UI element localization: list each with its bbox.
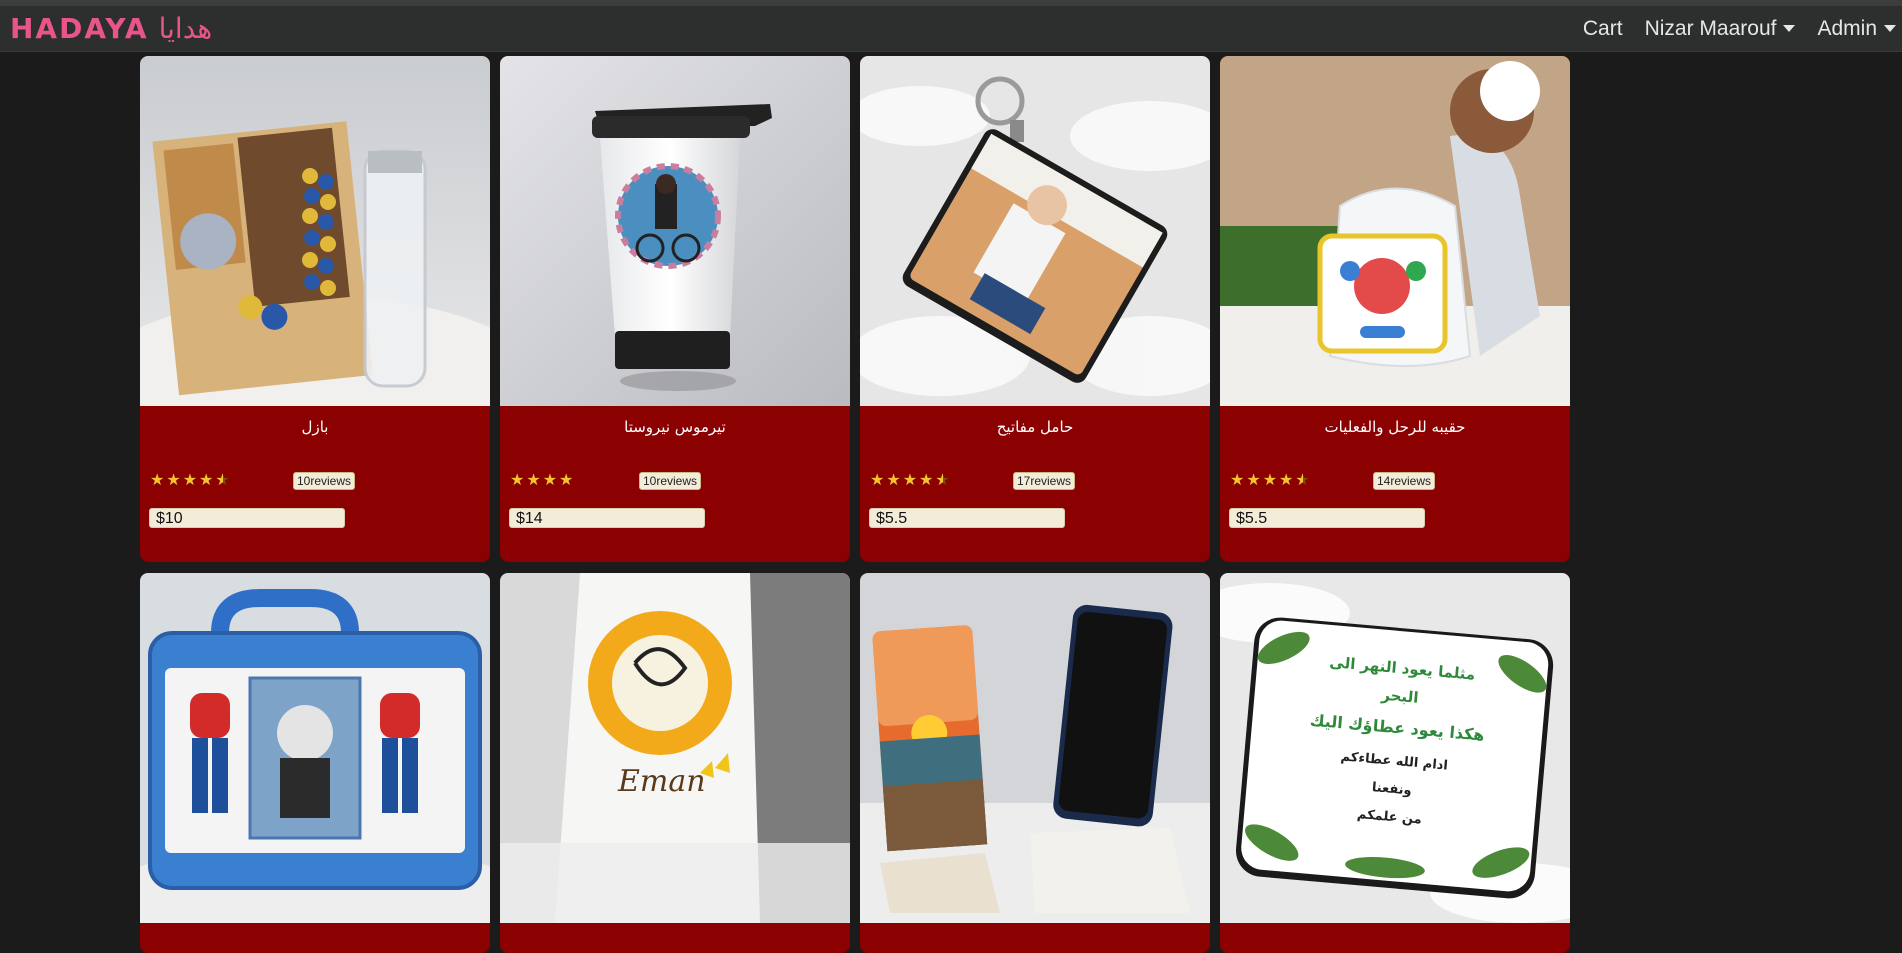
rating-stars: ★ ★ ★ ★ bbox=[510, 472, 575, 488]
product-name[interactable]: تيرموس نيروستا bbox=[500, 418, 850, 436]
product-image-lunchbox[interactable] bbox=[140, 573, 490, 923]
product-name[interactable]: بازل bbox=[140, 418, 490, 436]
star-icon: ★ bbox=[542, 470, 558, 489]
rating-stars: ★ ★ ★ ★ ★ ★ bbox=[870, 472, 952, 488]
product-card[interactable]: حامل مفاتيح ★ ★ ★ ★ ★ ★ 17reviews $5.5 bbox=[860, 56, 1210, 562]
star-icon: ★ bbox=[902, 470, 918, 489]
star-icon: ★ bbox=[559, 470, 574, 489]
star-icon: ★ bbox=[1230, 470, 1245, 489]
star-icon: ★ bbox=[870, 470, 885, 489]
product-name[interactable]: حقيبه للرحل والفعليات bbox=[1220, 418, 1570, 436]
star-icon: ★ bbox=[510, 470, 525, 489]
product-info: تيرموس نيروستا ★ ★ ★ ★ 10reviews $14 bbox=[500, 406, 850, 562]
rating-stars: ★ ★ ★ ★ ★ ★ bbox=[1230, 472, 1312, 488]
star-icon: ★ bbox=[1246, 470, 1261, 489]
product-card[interactable]: مثلما يعود النهر الى البحر هكذا يعود عطا… bbox=[1220, 573, 1570, 953]
rating-stars: ★ ★ ★ ★ ★ ★ bbox=[150, 472, 232, 488]
product-grid: بازل ★ ★ ★ ★ ★ ★ 10reviews $10 تيرموس ني… bbox=[0, 0, 1902, 953]
star-icon: ★ bbox=[199, 470, 214, 489]
half-star-icon: ★ ★ bbox=[215, 470, 230, 489]
star-icon: ★ bbox=[886, 470, 901, 489]
review-count: 10reviews bbox=[639, 472, 702, 490]
product-price: $10 bbox=[149, 508, 345, 528]
star-icon: ★ bbox=[150, 470, 165, 489]
product-image-bag[interactable] bbox=[1220, 56, 1570, 406]
product-info: بازل ★ ★ ★ ★ ★ ★ 10reviews $10 bbox=[140, 406, 490, 562]
star-icon: ★ bbox=[1279, 470, 1294, 489]
svg-text:البحر: البحر bbox=[1380, 686, 1419, 707]
product-price: $5.5 bbox=[869, 508, 1065, 528]
half-star-icon: ★ ★ bbox=[1295, 470, 1310, 489]
star-icon: ★ bbox=[166, 470, 181, 489]
review-count: 17reviews bbox=[1013, 472, 1076, 490]
svg-text:Eman: Eman bbox=[617, 764, 706, 799]
product-card[interactable]: Eman bbox=[500, 573, 850, 953]
star-icon: ★ bbox=[1262, 470, 1278, 489]
product-card[interactable]: تيرموس نيروستا ★ ★ ★ ★ 10reviews $14 bbox=[500, 56, 850, 562]
product-image-thermos[interactable] bbox=[500, 56, 850, 406]
product-image-phone-stands[interactable] bbox=[860, 573, 1210, 923]
product-card[interactable]: بازل ★ ★ ★ ★ ★ ★ 10reviews $10 bbox=[140, 56, 490, 562]
product-info: حقيبه للرحل والفعليات ★ ★ ★ ★ ★ ★ 14revie… bbox=[1220, 406, 1570, 562]
product-card[interactable]: حقيبه للرحل والفعليات ★ ★ ★ ★ ★ ★ 14revie… bbox=[1220, 56, 1570, 562]
product-image-tote[interactable]: Eman bbox=[500, 573, 850, 923]
product-info: حامل مفاتيح ★ ★ ★ ★ ★ ★ 17reviews $5.5 bbox=[860, 406, 1210, 562]
star-icon: ★ bbox=[182, 470, 198, 489]
review-count: 10reviews bbox=[293, 472, 356, 490]
product-image-keychain[interactable] bbox=[860, 56, 1210, 406]
product-price: $14 bbox=[509, 508, 705, 528]
product-card[interactable] bbox=[860, 573, 1210, 953]
product-card[interactable] bbox=[140, 573, 490, 953]
half-star-icon: ★ ★ bbox=[935, 470, 950, 489]
product-image-puzzle[interactable] bbox=[140, 56, 490, 406]
review-count: 14reviews bbox=[1373, 472, 1436, 490]
star-icon: ★ bbox=[526, 470, 541, 489]
product-name[interactable]: حامل مفاتيح bbox=[860, 418, 1210, 436]
product-image-coaster[interactable]: مثلما يعود النهر الى البحر هكذا يعود عطا… bbox=[1220, 573, 1570, 923]
product-price: $5.5 bbox=[1229, 508, 1425, 528]
star-icon: ★ bbox=[919, 470, 934, 489]
